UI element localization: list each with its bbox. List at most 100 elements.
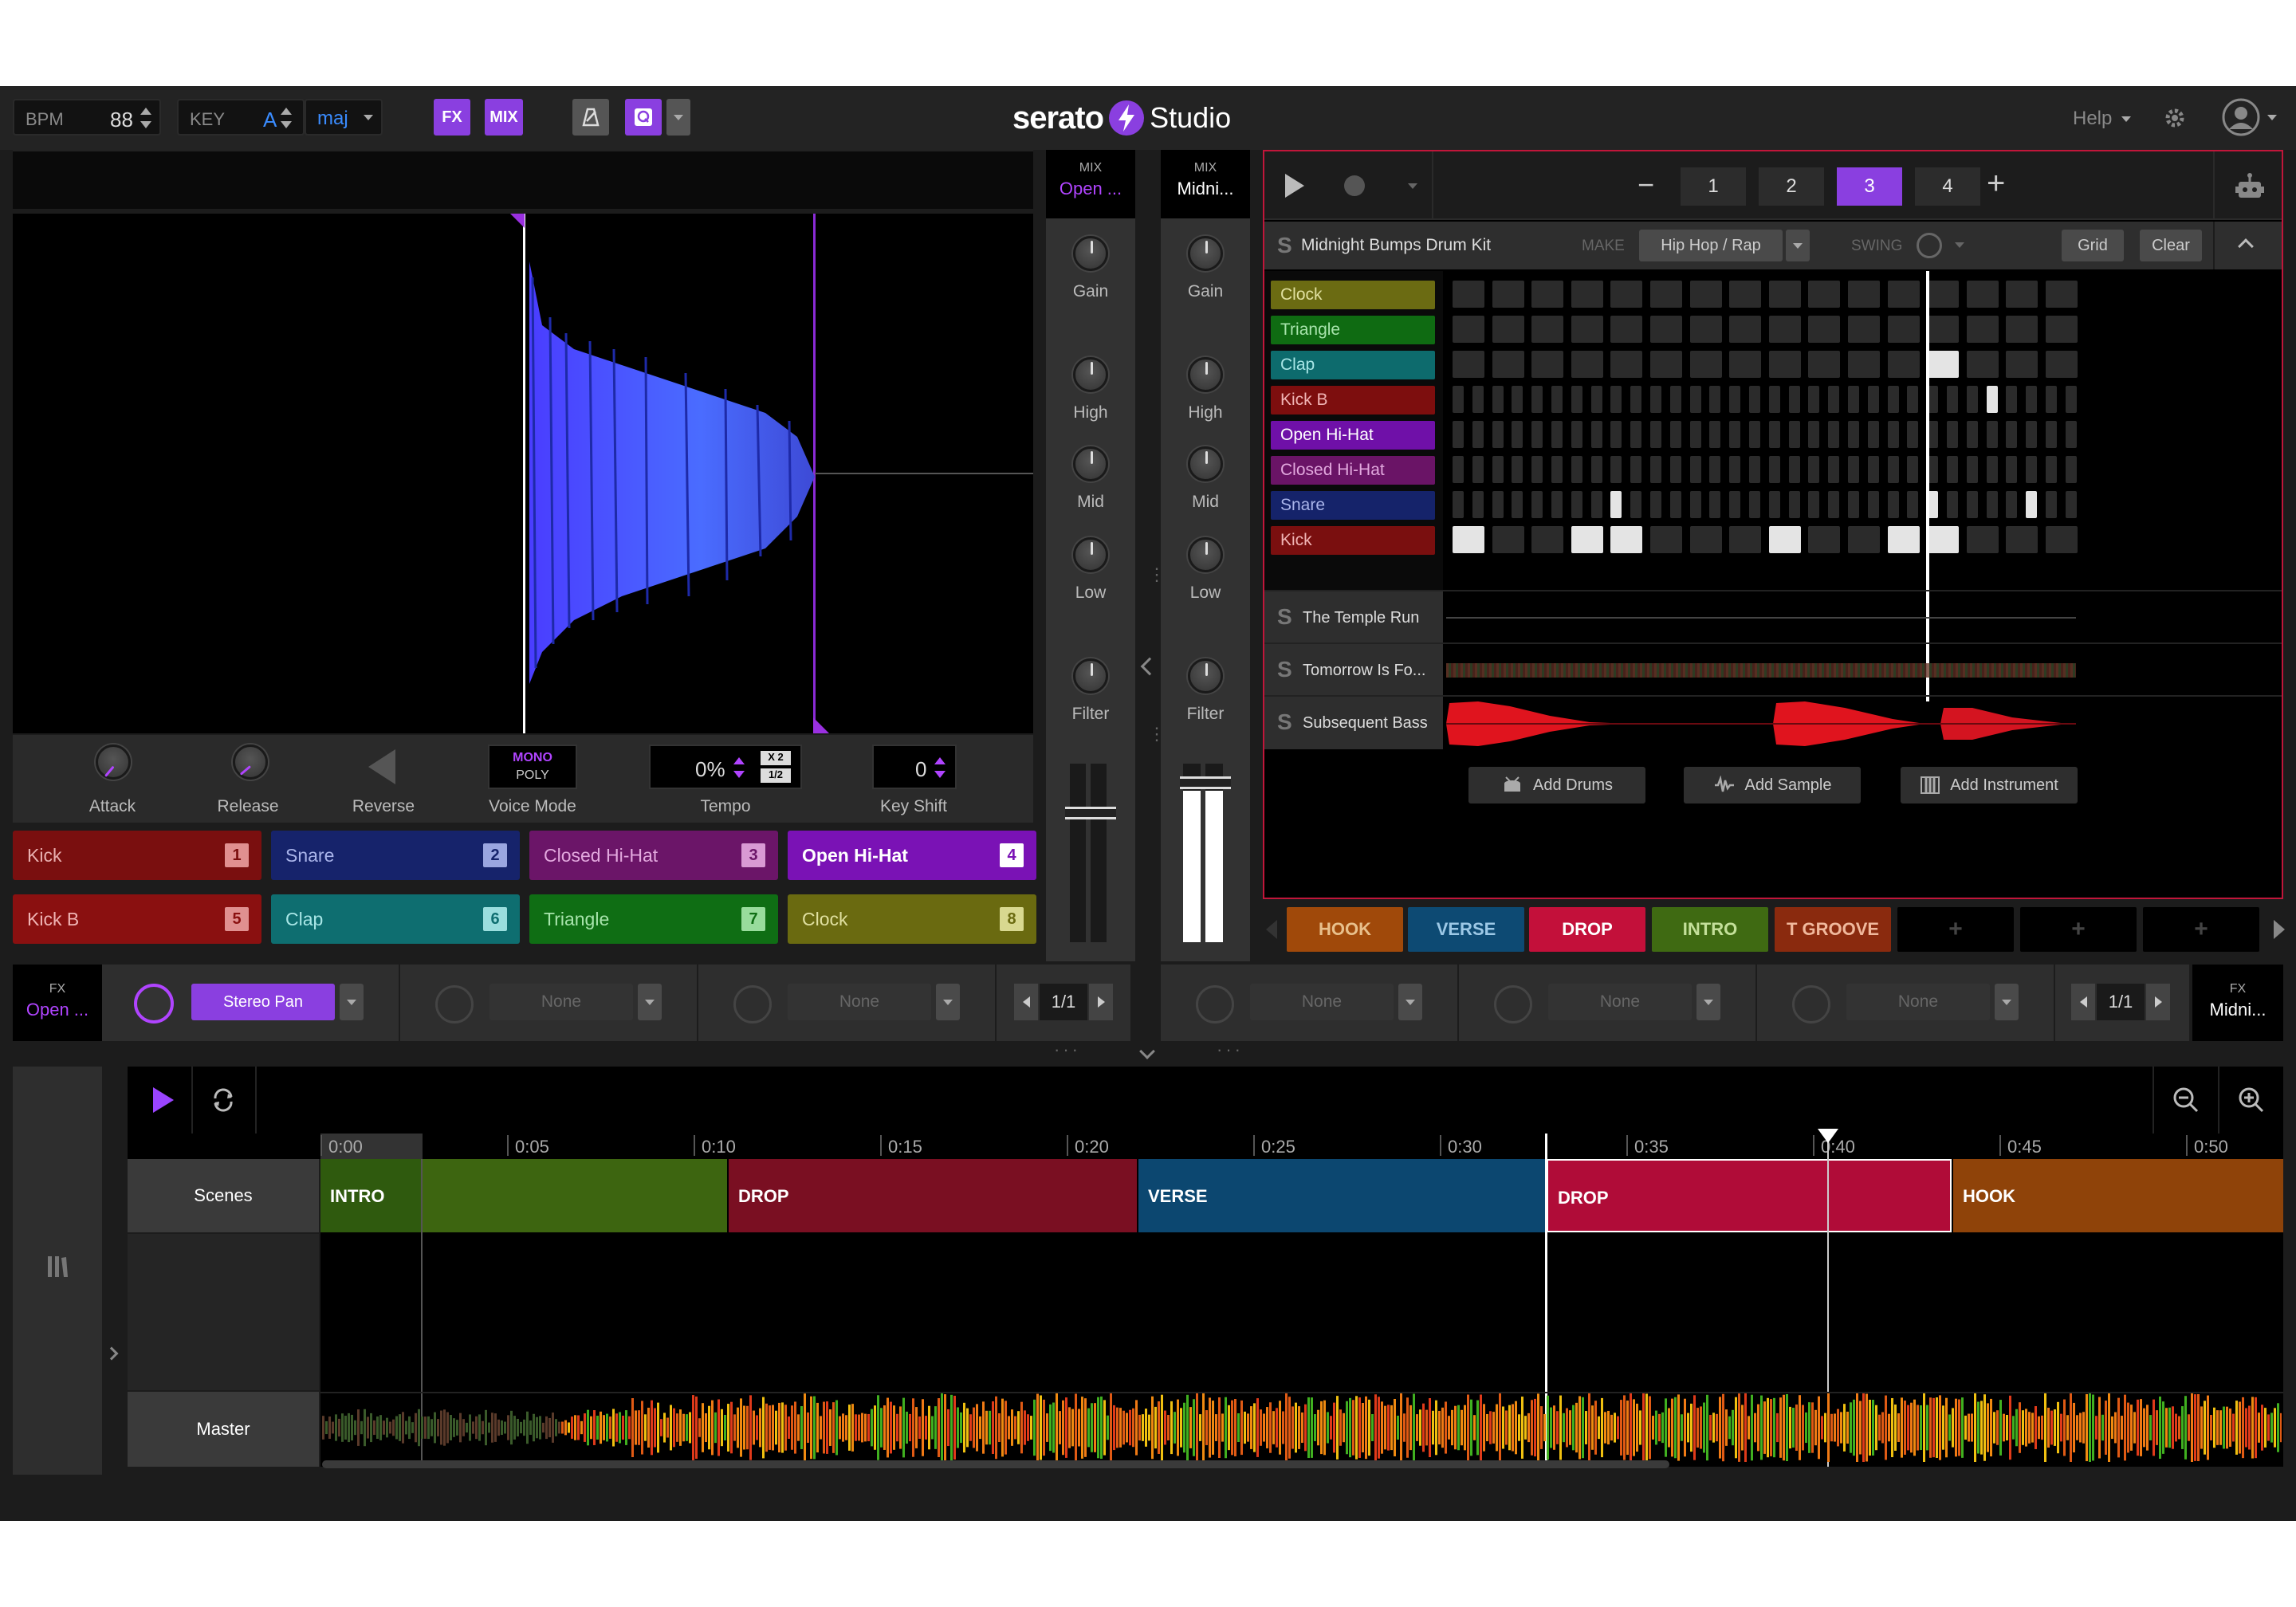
fx-select[interactable]: None [1548, 984, 1692, 1020]
fx-select[interactable]: None [489, 984, 633, 1020]
solo-icon[interactable]: S [1277, 604, 1292, 630]
settings-button[interactable] [2162, 105, 2188, 135]
tempo-field[interactable]: 0% X 2 1/2 [649, 745, 802, 789]
step-cell[interactable] [1650, 421, 1661, 448]
step-cell[interactable] [1610, 456, 1622, 483]
step-cell[interactable] [1669, 421, 1681, 448]
quantize-button[interactable] [625, 99, 662, 136]
step-cell[interactable] [1610, 421, 1622, 448]
gain-knob[interactable] [1188, 236, 1223, 271]
step-cell[interactable] [1531, 421, 1543, 448]
step-cell[interactable] [1808, 456, 1820, 483]
step-cell[interactable] [2065, 491, 2077, 518]
step-cell[interactable] [1788, 491, 1800, 518]
step-cell[interactable] [1966, 316, 1999, 343]
low-knob[interactable] [1073, 537, 1108, 572]
step-cell[interactable] [1907, 386, 1919, 413]
step-cell[interactable] [1453, 421, 1464, 448]
fx-dropdown[interactable] [340, 984, 364, 1020]
step-grid[interactable] [1446, 271, 2283, 590]
step-cell[interactable] [1689, 526, 1722, 553]
scroll-right-icon[interactable] [2274, 920, 2285, 939]
step-cell[interactable] [2046, 421, 2057, 448]
genre-select[interactable]: Hip Hop / Rap [1639, 230, 1783, 261]
pattern-4[interactable]: 4 [1915, 167, 1980, 206]
add-sample-button[interactable]: Add Sample [1684, 767, 1861, 804]
grid-button[interactable]: Grid [2062, 230, 2124, 261]
play-icon[interactable] [1285, 174, 1304, 198]
step-cell[interactable] [1453, 316, 1484, 343]
step-cell[interactable] [1669, 491, 1681, 518]
step-cell[interactable] [1749, 456, 1760, 483]
step-cell[interactable] [1650, 456, 1661, 483]
step-cell[interactable] [1808, 526, 1841, 553]
step-cell[interactable] [1768, 316, 1801, 343]
step-cell[interactable] [1650, 281, 1682, 308]
scene-t-groove[interactable]: T GROOVE [1775, 907, 1891, 952]
step-cell[interactable] [2046, 491, 2057, 518]
step-cell[interactable] [1571, 526, 1603, 553]
step-cell[interactable] [1571, 386, 1582, 413]
low-knob[interactable] [1188, 537, 1223, 572]
solo-icon[interactable]: S [1277, 709, 1292, 735]
step-cell[interactable] [1887, 421, 1899, 448]
library-sidebar-toggle[interactable] [13, 1067, 102, 1475]
step-cell[interactable] [1472, 456, 1484, 483]
mid-knob[interactable] [1188, 446, 1223, 481]
fx-amount-knob[interactable] [1792, 985, 1830, 1024]
fx-dropdown[interactable] [1696, 984, 1720, 1020]
step-cell[interactable] [1689, 421, 1701, 448]
step-cell[interactable] [1472, 421, 1484, 448]
step-cell[interactable] [1551, 386, 1563, 413]
step-cell[interactable] [1630, 456, 1642, 483]
sample-waveform-view[interactable] [13, 214, 1033, 733]
step-cell[interactable] [1689, 351, 1722, 378]
add-pattern-button[interactable]: + [1987, 167, 2019, 199]
fx-amount-knob[interactable] [1196, 985, 1234, 1024]
step-cell[interactable] [1986, 456, 1998, 483]
step-cell[interactable] [1610, 386, 1622, 413]
step-cell[interactable] [2065, 456, 2077, 483]
step-cell[interactable] [1590, 386, 1602, 413]
fx-prev-page[interactable] [1014, 984, 1038, 1020]
key-shift-stepper[interactable] [934, 756, 946, 780]
step-cell[interactable] [1887, 351, 1920, 378]
step-cell[interactable] [1453, 456, 1464, 483]
step-cell[interactable] [2046, 386, 2057, 413]
step-cell[interactable] [1512, 456, 1523, 483]
step-cell[interactable] [1749, 491, 1760, 518]
step-cell[interactable] [2006, 316, 2038, 343]
attack-knob[interactable] [96, 745, 131, 780]
step-cell[interactable] [1512, 421, 1523, 448]
step-cell[interactable] [1531, 351, 1564, 378]
clear-button[interactable]: Clear [2140, 230, 2202, 261]
track-header[interactable]: S Tomorrow Is Fo... [1264, 644, 1443, 697]
step-cell[interactable] [1808, 281, 1841, 308]
scene-hook[interactable]: HOOK [1287, 907, 1403, 952]
metronome-button[interactable] [572, 99, 609, 136]
step-cell[interactable] [1848, 386, 1859, 413]
step-cell[interactable] [1927, 526, 1960, 553]
add-drums-button[interactable]: Add Drums [1468, 767, 1645, 804]
high-knob[interactable] [1188, 357, 1223, 392]
filter-knob[interactable] [1188, 658, 1223, 693]
add-scene-button[interactable]: + [1897, 907, 2014, 952]
step-cell[interactable] [1492, 386, 1504, 413]
step-cell[interactable] [1808, 386, 1820, 413]
playhead-marker-icon[interactable] [1818, 1129, 1838, 1143]
add-instrument-button[interactable]: Add Instrument [1901, 767, 2078, 804]
scene-intro[interactable]: INTRO [1652, 907, 1768, 952]
swing-knob[interactable] [1917, 233, 1942, 258]
step-cell[interactable] [1590, 491, 1602, 518]
zoom-in-icon[interactable] [2237, 1086, 2266, 1114]
fx-prev-page[interactable] [2071, 984, 2095, 1020]
step-cell[interactable] [1492, 456, 1504, 483]
step-cell[interactable] [1828, 456, 1840, 483]
step-cell[interactable] [1669, 456, 1681, 483]
step-cell[interactable] [1947, 456, 1958, 483]
step-cell[interactable] [1453, 386, 1464, 413]
step-cell[interactable] [1709, 386, 1721, 413]
expand-right-icon[interactable] [104, 1346, 119, 1361]
step-cell[interactable] [1729, 281, 1762, 308]
step-cell[interactable] [1610, 491, 1622, 518]
